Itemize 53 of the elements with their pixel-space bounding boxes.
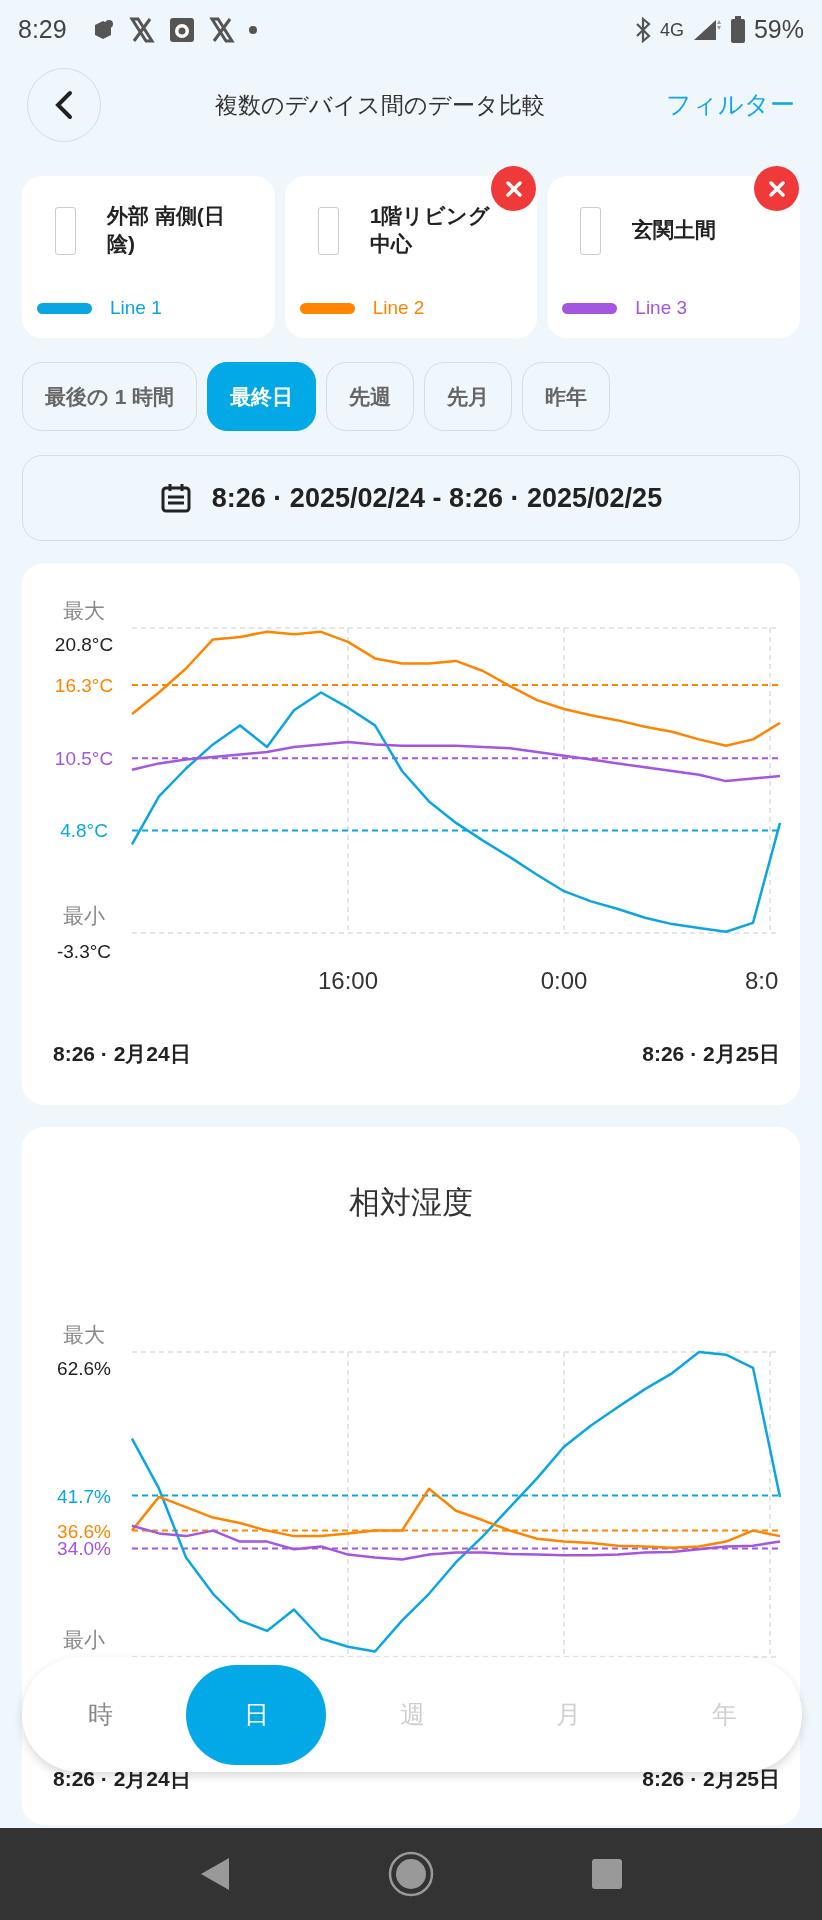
min-label: 最小 (63, 904, 105, 927)
device-icon (580, 207, 602, 255)
status-time: 8:29 (18, 14, 67, 46)
camera-icon (168, 17, 195, 43)
date-range-bar[interactable]: 8:26 · 2025/02/24 - 8:26 · 2025/02/25 (22, 455, 800, 541)
axis-label: -3.3°C (56, 941, 112, 962)
line-label: Line 2 (372, 296, 425, 320)
line-label: Line 1 (110, 296, 162, 320)
bluetooth-icon (633, 17, 652, 43)
axis-label: 41.7% (57, 1485, 111, 1507)
axis-label: 20.8°C (54, 634, 114, 655)
start-time: 8:26 · 2月24日 (53, 1042, 191, 1065)
home-icon[interactable] (388, 1851, 434, 1897)
line-label: Line 3 (635, 296, 688, 320)
range-tab[interactable]: 先月 (424, 362, 513, 431)
close-icon (768, 180, 785, 197)
cross-icon (208, 17, 235, 43)
battery-icon (729, 16, 746, 44)
device-name: 1階リビング中心 (369, 203, 492, 257)
range-tab[interactable]: 最後の 1 時間 (22, 362, 198, 431)
device-icon (55, 207, 76, 255)
range-tab[interactable]: 先週 (326, 362, 415, 431)
average-label: 10.5°C (54, 748, 114, 770)
close-icon (505, 180, 522, 197)
average-label: 16.3°C (54, 674, 114, 696)
cross-icon (128, 17, 155, 43)
back-icon (54, 90, 74, 120)
period-tab[interactable]: 時 (30, 1664, 170, 1765)
end-time: 8:26 · 2月25日 (642, 1042, 780, 1065)
axis-label: 16:00 (317, 967, 379, 994)
device-icon (317, 207, 339, 255)
axis-label: 62.6% (57, 1358, 111, 1379)
average-label: 4.8°C (60, 820, 108, 842)
axis-label: 8:0 (745, 967, 779, 994)
device-card[interactable]: 1階リビング中心 Line 2 (284, 176, 538, 338)
recent-apps-icon[interactable] (591, 1858, 624, 1890)
max-label: 最大 (63, 599, 105, 622)
axis-label: 0:00 (540, 967, 588, 994)
network-type: 4G (659, 18, 684, 42)
dot-icon (248, 26, 257, 34)
calendar-icon (159, 482, 192, 514)
date-range: 8:26 · 2025/02/24 - 8:26 · 2025/02/25 (211, 481, 663, 515)
min-label: 最小 (63, 1628, 105, 1651)
range-tab[interactable]: 最終日 (207, 362, 317, 431)
device-name: 外部 南側(日陰) (107, 203, 226, 257)
device-name: 玄関土間 (632, 217, 718, 243)
device-card[interactable]: 外部 南側(日陰) Line 1 (22, 176, 275, 338)
device-card[interactable]: 玄関土間 Line 3 (547, 176, 800, 338)
range-tab[interactable]: 昨年 (522, 362, 611, 431)
chart-title: 相対湿度 (349, 1185, 473, 1220)
battery-level: 59% (753, 14, 804, 46)
max-label: 最大 (63, 1323, 105, 1346)
page-title: 複数のデバイス間のデータ比較 (215, 90, 545, 120)
